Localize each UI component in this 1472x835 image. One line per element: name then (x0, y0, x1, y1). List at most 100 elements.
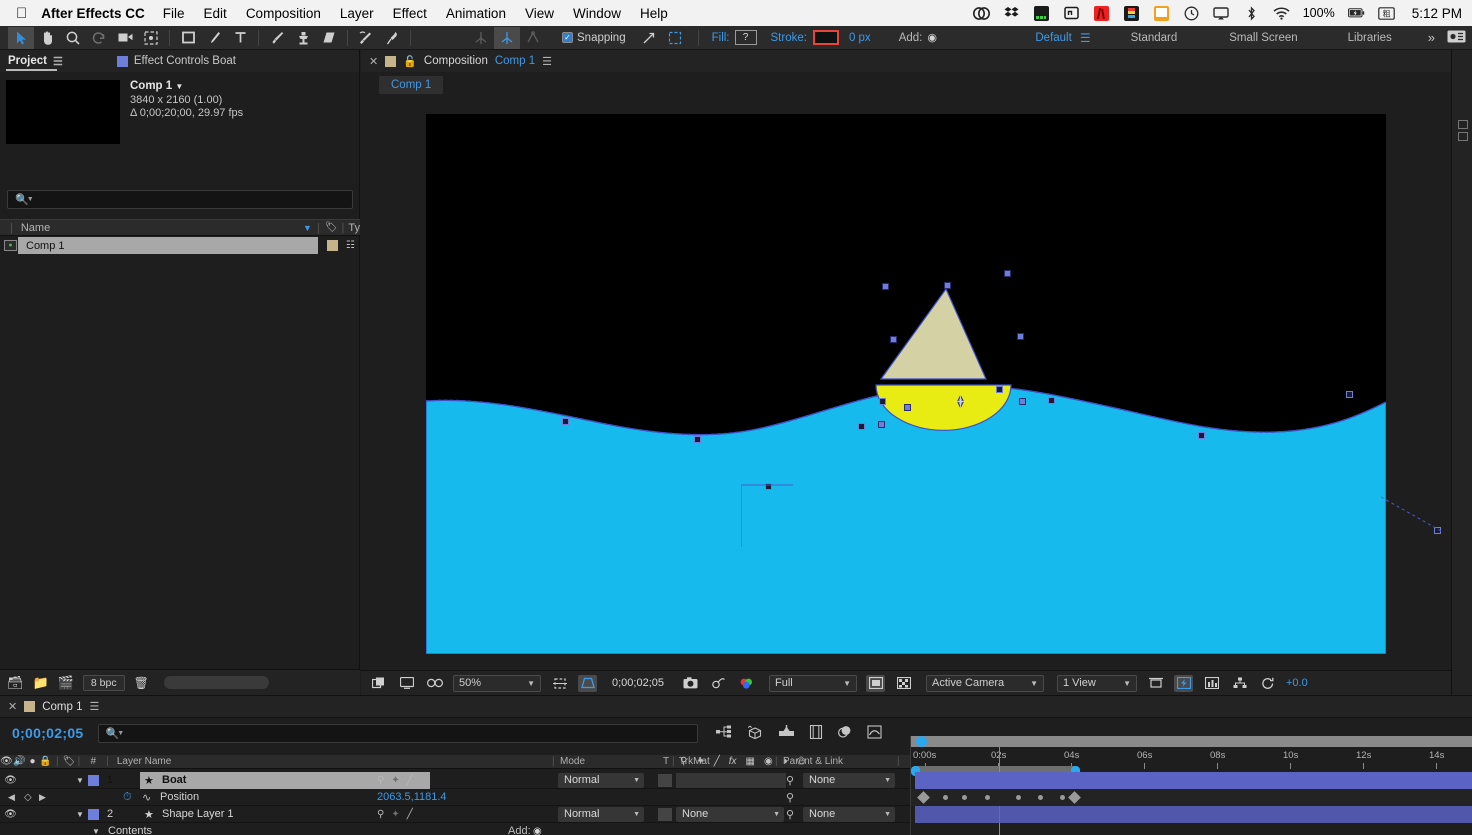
region-of-interest-icon[interactable] (578, 674, 597, 692)
always-preview-icon[interactable] (369, 675, 388, 692)
boat-handle-bottomright[interactable] (1019, 397, 1026, 405)
creative-cloud-icon[interactable] (972, 6, 990, 21)
path-vertex-6[interactable] (1048, 396, 1055, 404)
timeline-property-row-position[interactable]: ◀ ◇ ▶ ⏱ ∿ Position 2063.5,1181.4 ⚲ (0, 789, 910, 806)
viewer-time-display[interactable]: 0;00;02;05 (612, 677, 664, 689)
boat-handle-topright[interactable] (1004, 269, 1011, 277)
brush-tool[interactable] (264, 27, 290, 49)
timeline-group-row-contents[interactable]: ▼ Contents Add: ◉ (0, 823, 910, 835)
shy-layers-icon[interactable] (837, 725, 853, 741)
reset-exposure-icon[interactable] (1258, 675, 1277, 692)
type-tool[interactable] (227, 27, 253, 49)
interpret-footage-icon[interactable]: 🗃 (7, 675, 24, 691)
menu-view[interactable]: View (525, 6, 554, 21)
resolution-select[interactable]: Full ▼ (769, 674, 857, 692)
workspace-menu-icon[interactable]: ☰ (1080, 31, 1105, 45)
monitor-icon[interactable] (1153, 5, 1170, 21)
workspace-overflow-icon[interactable]: » (1416, 30, 1447, 45)
new-composition-icon[interactable]: 🎬 (58, 675, 74, 691)
layer-mode-cell[interactable]: Normal ▼ (558, 772, 644, 789)
layer-trkmat-select[interactable]: None ▼ (676, 806, 784, 822)
boat-handle-topleft[interactable] (882, 282, 889, 290)
menu-effect[interactable]: Effect (393, 6, 427, 21)
airplay-mirror-icon[interactable] (1213, 6, 1230, 21)
puppet-pin-tool[interactable] (379, 27, 405, 49)
layer-parent-switch-icon[interactable]: ⚲ (377, 775, 384, 786)
timeline-keyframe-row-position[interactable] (911, 789, 1472, 806)
label-column-icon[interactable]: 🏷 (325, 222, 338, 233)
navigator-start-handle[interactable] (916, 736, 927, 747)
collapsed-right-panel[interactable] (1451, 50, 1472, 695)
input-source-icon[interactable]: 粗 (1377, 6, 1395, 21)
add-contents-icon[interactable]: ◉ (533, 826, 542, 835)
sort-descending-icon[interactable]: ▼ (303, 223, 312, 233)
camera-select[interactable]: Active Camera ▼ (926, 674, 1044, 692)
layer-trkmat-cell[interactable]: None ▼ (676, 806, 784, 823)
item-label-color[interactable] (327, 240, 338, 251)
auto-keyframe-icon[interactable] (866, 724, 882, 742)
path-vertex-5[interactable] (996, 385, 1003, 393)
layer-label-color[interactable] (88, 775, 99, 786)
snap-box-icon[interactable] (662, 27, 688, 49)
layer-parent-switch-icon[interactable]: ⚲ (377, 809, 384, 820)
composition-stage[interactable] (361, 97, 1451, 670)
keyframe-dot[interactable] (962, 795, 967, 800)
layer-trkmat-cell[interactable] (676, 773, 786, 788)
column-header-name[interactable]: Name (21, 222, 50, 234)
checkerboard-icon[interactable] (894, 675, 913, 692)
time-machine-icon[interactable] (1183, 6, 1200, 21)
column-header-type[interactable]: Ty (348, 222, 360, 234)
color-meter-icon[interactable] (1093, 5, 1110, 21)
menu-edit[interactable]: Edit (204, 6, 227, 21)
timeline-navigator-bar[interactable] (911, 736, 1472, 747)
axis-view-icon[interactable] (520, 27, 546, 49)
snap-arrow-icon[interactable] (636, 27, 662, 49)
boat-handle-lower[interactable] (878, 420, 885, 428)
layer-mode-select[interactable]: Normal ▼ (558, 772, 644, 788)
layer-parent-pickwhip-icon[interactable]: ⚲ (786, 808, 794, 821)
fast-previews-icon[interactable] (1174, 674, 1193, 692)
toggle-transparency-grid-icon[interactable] (866, 674, 885, 692)
bluetooth-icon[interactable] (1243, 5, 1260, 21)
project-search-input[interactable]: 🔍 ▼ (7, 190, 353, 209)
show-snapshot-icon[interactable] (709, 675, 728, 692)
layer-parent-pickwhip-icon[interactable]: ⚲ (786, 774, 794, 787)
zoom-tool[interactable] (60, 27, 86, 49)
boat-handle-left[interactable] (890, 335, 897, 343)
shape-bbox-handle-left[interactable] (765, 483, 772, 490)
rotation-tool[interactable] (86, 27, 112, 49)
snapping-checkbox[interactable]: ✓ (562, 32, 573, 43)
3d-glasses-icon[interactable] (425, 675, 444, 692)
path-vertex-3[interactable] (858, 422, 865, 430)
menu-composition[interactable]: Composition (246, 6, 321, 21)
boat-handle-top[interactable] (944, 281, 951, 289)
selection-tool[interactable] (8, 26, 34, 49)
comp-flowchart-icon[interactable] (1230, 675, 1249, 692)
close-icon[interactable]: ✕ (369, 55, 378, 68)
layer-effects-switch-icon[interactable]: ╱ (407, 775, 413, 786)
stopwatch-icon[interactable]: ⏱ (123, 791, 132, 804)
path-vertex-2[interactable] (694, 435, 701, 443)
property-value[interactable]: 2063.5,1181.4 (377, 791, 447, 803)
tab-effect-controls[interactable]: Effect Controls Boat (109, 50, 244, 72)
3d-renderer-icon[interactable] (747, 725, 764, 742)
keyframe-dot[interactable] (985, 795, 990, 800)
fill-color-swatch[interactable]: ? (734, 30, 757, 45)
battery-icon[interactable] (1347, 6, 1365, 21)
layer-t-cell[interactable] (658, 808, 672, 821)
timeline-flowchart-icon[interactable] (1202, 675, 1221, 692)
keyframe-diamond-start[interactable] (917, 791, 930, 804)
frame-blending-icon[interactable] (809, 724, 823, 742)
path-vertex-4[interactable] (879, 397, 886, 405)
search-dropdown-icon[interactable]: ▼ (117, 730, 124, 737)
keyframe-next-icon[interactable]: ▶ (39, 792, 46, 803)
axis-local-icon[interactable] (468, 27, 494, 49)
views-select[interactable]: 1 View ▼ (1057, 674, 1137, 692)
workspace-settings-icon[interactable] (1447, 30, 1466, 46)
boat-handle-bottomleft[interactable] (904, 403, 911, 411)
keyframe-dot[interactable] (943, 795, 948, 800)
keyframe-dot[interactable] (1016, 795, 1021, 800)
keyframe-dot[interactable] (1038, 795, 1043, 800)
keyframe-toggle-icon[interactable]: ◇ (24, 792, 32, 803)
shape-tool[interactable] (175, 27, 201, 49)
